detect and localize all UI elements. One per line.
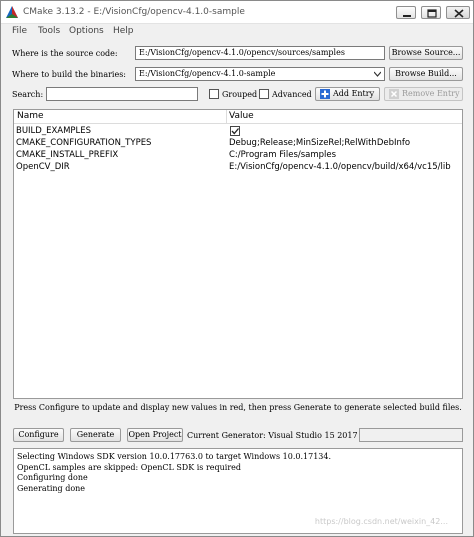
search-input[interactable] [46,87,198,101]
menu-tools[interactable]: Tools [38,26,60,36]
menu-help[interactable]: Help [113,26,134,36]
entry-value[interactable]: E:/VisionCfg/opencv-4.1.0/opencv/build/x… [229,161,451,173]
cache-table[interactable]: Name Value BUILD_EXAMPLES CMAKE_CONFIGUR… [13,109,463,399]
advanced-checkbox[interactable] [259,89,269,99]
output-log[interactable]: Selecting Windows SDK version 10.0.17763… [13,448,463,534]
log-line: Generating done [17,483,86,493]
close-icon [454,9,464,18]
table-row[interactable]: CMAKE_INSTALL_PREFIX C:/Program Files/sa… [14,149,462,161]
title-bar[interactable]: CMake 3.13.2 - E:/VisionCfg/opencv-4.1.0… [1,1,473,24]
entry-name: CMAKE_INSTALL_PREFIX [16,150,119,160]
build-path-value: E:/VisionCfg/opencv-4.1.0-sample [139,69,276,78]
maximize-icon [427,9,437,18]
plus-icon [320,89,330,99]
build-examples-checkbox[interactable] [230,126,240,136]
chevron-down-icon [374,71,381,77]
column-header-value[interactable]: Value [229,111,254,121]
search-label: Search: [12,90,44,99]
minimize-button[interactable] [396,6,416,19]
remove-entry-label: Remove Entry [402,89,460,98]
entry-name: OpenCV_DIR [16,162,70,172]
window-title: CMake 3.13.2 - E:/VisionCfg/opencv-4.1.0… [23,7,245,17]
entry-name: BUILD_EXAMPLES [16,126,92,136]
add-entry-label: Add Entry [333,89,375,98]
cmake-logo-icon [6,6,18,18]
table-row[interactable]: OpenCV_DIR E:/VisionCfg/opencv-4.1.0/ope… [14,161,462,173]
open-project-button[interactable]: Open Project [127,428,183,442]
maximize-button[interactable] [421,6,441,19]
grouped-checkbox[interactable] [209,89,219,99]
minimize-icon [403,15,411,17]
generate-button[interactable]: Generate [70,428,121,442]
remove-icon [389,89,399,99]
source-label: Where is the source code: [12,49,118,58]
advanced-label: Advanced [272,90,312,99]
entry-value[interactable]: C:/Program Files/samples [229,149,336,161]
menu-file[interactable]: File [12,26,27,36]
log-line: Selecting Windows SDK version 10.0.17763… [17,452,332,461]
log-line: OpenCL samples are skipped: OpenCL SDK i… [17,462,242,472]
add-entry-button[interactable]: Add Entry [315,87,380,101]
log-line: Configuring done [17,473,88,482]
configure-button[interactable]: Configure [13,428,64,442]
grouped-label: Grouped [222,90,258,99]
table-header: Name Value [14,110,462,124]
progress-bar [359,428,463,442]
close-button[interactable] [446,6,470,19]
menu-options[interactable]: Options [69,26,104,36]
current-generator-label: Current Generator: Visual Studio 15 2017… [187,431,387,440]
column-header-name[interactable]: Name [17,111,44,121]
checkmark-icon [231,128,239,135]
browse-source-button[interactable]: Browse Source... [389,46,463,60]
entry-value[interactable]: Debug;Release;MinSizeRel;RelWithDebInfo [229,137,410,149]
entry-name: CMAKE_CONFIGURATION_TYPES [16,138,152,148]
watermark: https://blog.csdn.net/weixin_42... [314,516,448,526]
table-row[interactable]: CMAKE_CONFIGURATION_TYPES Debug;Release;… [14,137,462,149]
remove-entry-button[interactable]: Remove Entry [384,87,463,101]
source-path-field[interactable]: E:/VisionCfg/opencv-4.1.0/opencv/sources… [135,46,385,60]
column-divider[interactable] [226,110,227,124]
build-label: Where to build the binaries: [12,70,127,79]
cmake-window: CMake 3.13.2 - E:/VisionCfg/opencv-4.1.0… [0,0,474,537]
build-path-combo[interactable]: E:/VisionCfg/opencv-4.1.0-sample [135,67,385,81]
browse-build-button[interactable]: Browse Build... [389,67,463,81]
info-message: Press Configure to update and display ne… [14,403,462,412]
table-row[interactable]: BUILD_EXAMPLES [14,125,462,137]
menu-bar: File Tools Options Help [1,24,473,40]
